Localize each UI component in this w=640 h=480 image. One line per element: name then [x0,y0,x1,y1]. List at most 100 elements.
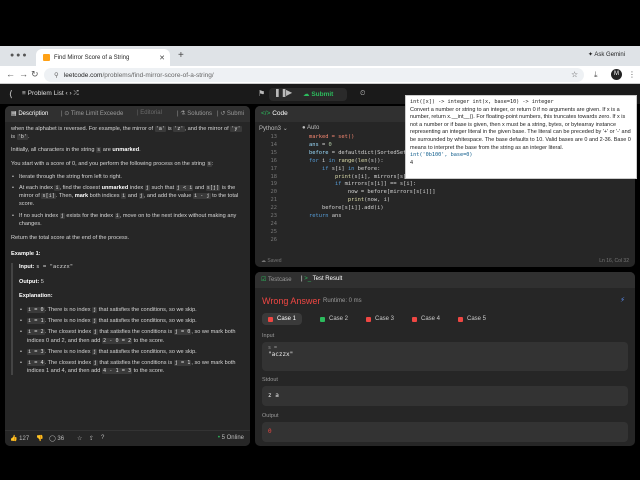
browser-tab[interactable]: Find Mirror Score of a String ✕ [36,49,170,66]
saved-label: Saved [267,258,282,264]
case-tab-2[interactable]: Case 2 [314,313,354,325]
tab-submission-result-label: Time Limit Exceede [70,111,124,117]
input-label: Input [262,333,275,339]
case-fail-icon [458,316,463,322]
list-item: i = 1. There is no index j that satisfie… [19,317,243,325]
comment-count: 36 [57,436,65,442]
tab-test-result-label: Test Result [312,276,343,282]
forward-icon[interactable]: → [19,69,28,79]
problem-description: when the alphabet is reversed. For examp… [11,125,243,381]
case-fail-icon [412,316,417,322]
description-intro: when the alphabet is reversed. For examp… [11,126,242,141]
tooltip-example: int('0b100', base=0) [410,152,473,159]
debug-icon[interactable]: ⚑ [258,89,265,98]
list-item: i = 2. The closest index j that satisfie… [19,328,243,344]
line-number: 22 [270,205,278,212]
tooltip-example-result: 4 [410,159,414,166]
description-footer: 👍 127 👎 ◯ 36 ☆ ⇪ ? • 5 Online [5,430,250,446]
tab-test-result[interactable]: | >_ Test Result [301,276,342,282]
example-output: Output: 5 [19,278,44,285]
line-number: 20 [270,189,278,196]
run-icon[interactable]: ▶ [286,88,292,97]
submit-button[interactable]: ☁ Submit [303,90,333,98]
code-header-label: </> Code [261,110,288,117]
leetcode-favicon-icon [43,54,50,61]
tab-editorial[interactable]: | Editorial [137,110,162,116]
description-p3: Return the total score at the end of the… [11,235,130,242]
input-box: s = "aczzx" [262,342,628,371]
stdout-label: Stdout [262,377,278,383]
example-input: Input: s = "aczzx" [19,264,74,271]
case-tab-label: Case 2 [329,316,349,322]
code-title: Code [272,110,288,117]
reload-icon[interactable]: ↻ [31,69,39,80]
more-menu-icon[interactable]: ⋮ [628,70,636,79]
tab-editorial-label: Editorial [140,110,162,116]
url-host: leetcode.com [63,71,103,79]
tab-submissions[interactable]: | ↺ Submi [217,110,244,117]
favorite-icon[interactable]: ☆ [77,435,82,442]
comments-button[interactable]: ◯ 36 [49,435,64,442]
site-info-icon[interactable]: ⚲ [54,71,59,79]
case-tab-5[interactable]: Case 5 [452,313,492,325]
explanation-list: i = 0. There is no index j that satisfie… [19,306,243,375]
submit-label: Submit [311,91,334,98]
new-tab-icon[interactable]: + [178,50,184,61]
line-number: 13 [270,134,278,140]
bookmark-star-icon[interactable]: ☆ [571,70,578,79]
ask-gemini-button[interactable]: ✦ Ask Gemini [588,51,625,58]
line-number: 26 [270,236,278,243]
leetcode-logo-icon[interactable]: ⟨ [9,89,13,100]
ai-analyze-icon[interactable]: ⚡ [620,296,625,304]
problem-list-link[interactable]: ≡ Problem List ‹ › ⤮ [22,90,79,98]
line-number: 23 [270,213,278,220]
tab-testcase-label: Testcase [267,277,292,283]
saved-status: ☁ Saved [261,258,282,264]
explanation-label: Explanation: [19,292,53,299]
case-tab-4[interactable]: Case 4 [406,313,446,325]
ask-gemini-label: Ask Gemini [594,52,626,58]
online-count: 5 Online [221,435,244,441]
tab-solutions-label: Solutions [187,111,212,117]
dislike-icon[interactable]: 👎 [36,435,43,442]
tab-testcase[interactable]: ☑ Testcase [261,276,292,283]
case-tab-label: Case 1 [277,316,297,322]
language-select[interactable]: Python3 ⌄ [259,125,288,132]
example-input-value: s = "aczzx" [36,264,74,271]
tab-solutions[interactable]: | ⚗ Solutions [177,110,212,117]
output-label: Output [262,413,279,419]
tooltip-body: Convert a number or string to an integer… [410,106,631,151]
list-item: i = 3. There is no index j that satisfie… [19,348,243,356]
back-icon[interactable]: ← [6,69,15,79]
description-panel: ▤ Description | ⊙ Time Limit Exceede | E… [5,106,250,446]
like-count: 127 [19,436,30,442]
avatar[interactable]: M [611,69,622,80]
screen: ● ● ● Find Mirror Score of a String ✕ + … [0,0,640,480]
output-box: 0 [262,422,628,442]
like-button[interactable]: 👍 127 [10,435,29,442]
case-tab-1[interactable]: Case 1 [262,313,303,325]
url-path: /problems/find-mirror-score-of-a-string/ [102,71,214,79]
description-p1: Initially, all characters in the string … [11,147,141,154]
line-number-gutter: 13 14 15 16 17 18 19 20 21 22 23 24 25 26 [255,134,278,245]
downloads-icon[interactable]: ⤓ [594,70,598,80]
line-number: 14 [270,141,278,148]
tab-submission-result[interactable]: | ⊙ Time Limit Exceede [61,110,123,117]
help-icon[interactable]: ? [101,435,104,441]
example-title: Example 1: [11,251,41,258]
stdout-box: z a [262,386,628,406]
case-tab-3[interactable]: Case 3 [360,313,400,325]
timer-icon[interactable]: ⏲ [360,90,365,98]
close-tab-icon[interactable]: ✕ [159,54,165,62]
window-controls[interactable]: ● ● ● [10,52,27,59]
list-item: If no such index j exists for the index … [11,212,243,228]
case-tab-label: Case 5 [467,316,487,322]
share-icon[interactable]: ⇪ [89,435,94,442]
tab-description[interactable]: ▤ Description [11,110,48,117]
auto-toggle[interactable]: ● Auto [302,125,319,131]
problem-list-label: Problem List [27,90,64,97]
case-tab-label: Case 3 [375,316,395,322]
tooltip-signature: int([x]) -> integer int(x, base=10) -> i… [410,99,554,105]
example-output-value: 5 [40,278,44,285]
url-input[interactable]: ⚲ leetcode.com/problems/find-mirror-scor… [44,68,584,82]
